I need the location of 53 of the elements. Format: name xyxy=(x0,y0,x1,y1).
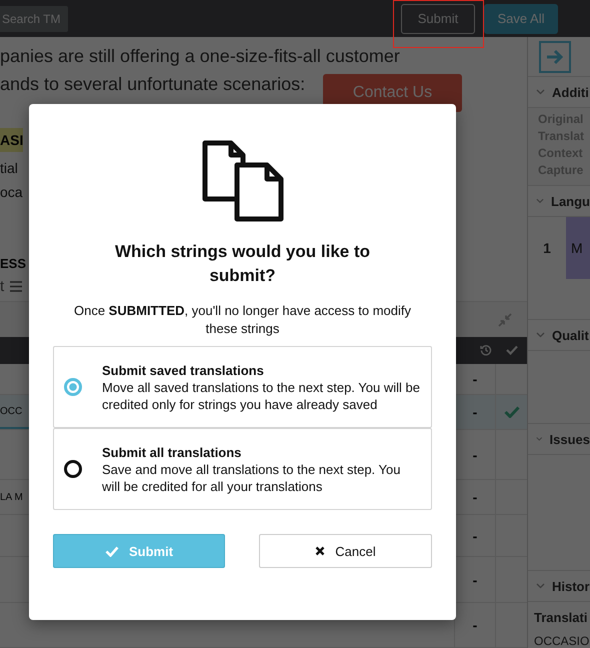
option-title: Submit saved translations xyxy=(102,362,265,378)
table-cell: - xyxy=(472,371,478,387)
save-all-button[interactable]: Save All xyxy=(484,4,558,34)
table-cell: - xyxy=(472,617,478,633)
check-icon xyxy=(104,546,119,556)
chevron-icon[interactable] xyxy=(536,583,545,589)
table-cell: - xyxy=(472,404,478,420)
table-cell-text: 1 xyxy=(542,239,552,258)
history-text: OCCASIO xyxy=(534,634,590,648)
dialog-title: Which strings would you like to submit? xyxy=(114,241,371,287)
table-cell: LA M xyxy=(0,492,23,502)
chevron-icon[interactable] xyxy=(536,332,545,338)
section-title[interactable]: Qualit xyxy=(552,328,589,342)
compress-icon[interactable] xyxy=(498,312,512,327)
option-description: Save and move all translations to the next step. You will be credited for all your translations xyxy=(102,460,402,494)
arrow-right-icon xyxy=(546,48,564,64)
documents-icon xyxy=(202,140,284,222)
body-text: panies are still offering a one-size-fits-all customer xyxy=(0,45,401,68)
section-title[interactable]: Histor xyxy=(552,578,590,594)
table-cell: - xyxy=(472,528,478,544)
option-card[interactable]: Submit all translations Save and move all translations to the next step. You will be credited for all your translations xyxy=(53,428,432,510)
radio-button[interactable] xyxy=(64,378,82,396)
text-fragment: tial xyxy=(0,159,18,178)
submit-button[interactable]: Submit xyxy=(53,534,225,568)
table-cell: - xyxy=(472,489,478,505)
cancel-button[interactable]: Cancel xyxy=(259,534,432,568)
expand-button[interactable] xyxy=(539,40,571,72)
section-title[interactable]: Langu xyxy=(551,194,590,208)
dialog-message: Once SUBMITTED, you'll no longer have access to modify these strings xyxy=(72,302,412,338)
chevron-icon[interactable] xyxy=(536,198,544,204)
table-cell: OCC xyxy=(0,406,22,416)
history-icon[interactable] xyxy=(480,344,492,356)
history-heading: Translati xyxy=(534,610,588,625)
table-cell: - xyxy=(472,446,478,462)
text-fragment: t xyxy=(0,278,4,296)
option-card[interactable]: Submit saved translations Move all saved translations to the next step. You will be credited only for strings you have already saved xyxy=(53,346,432,428)
check-icon[interactable] xyxy=(506,345,518,356)
table-cell: - xyxy=(472,572,478,588)
body-text: ands to several unfortunate scenarios: xyxy=(0,73,306,96)
radio-button[interactable] xyxy=(64,460,82,478)
text-fragment: oca xyxy=(0,183,23,202)
table-cell: M xyxy=(566,217,590,279)
check-icon xyxy=(504,406,520,418)
chevron-icon[interactable] xyxy=(536,89,545,95)
option-description: Move all saved translations to the next step. You will be credited only for strings you have already saved xyxy=(102,378,421,412)
section-title[interactable]: Additi xyxy=(552,84,589,100)
section-title[interactable]: Issues xyxy=(550,432,590,446)
close-icon xyxy=(315,546,326,556)
chevron-icon[interactable] xyxy=(536,436,543,442)
section-heading: ESS xyxy=(0,255,26,273)
list-icon[interactable] xyxy=(10,281,22,292)
option-title: Submit all translations xyxy=(102,444,242,460)
text-fragment: ASI xyxy=(0,128,24,152)
